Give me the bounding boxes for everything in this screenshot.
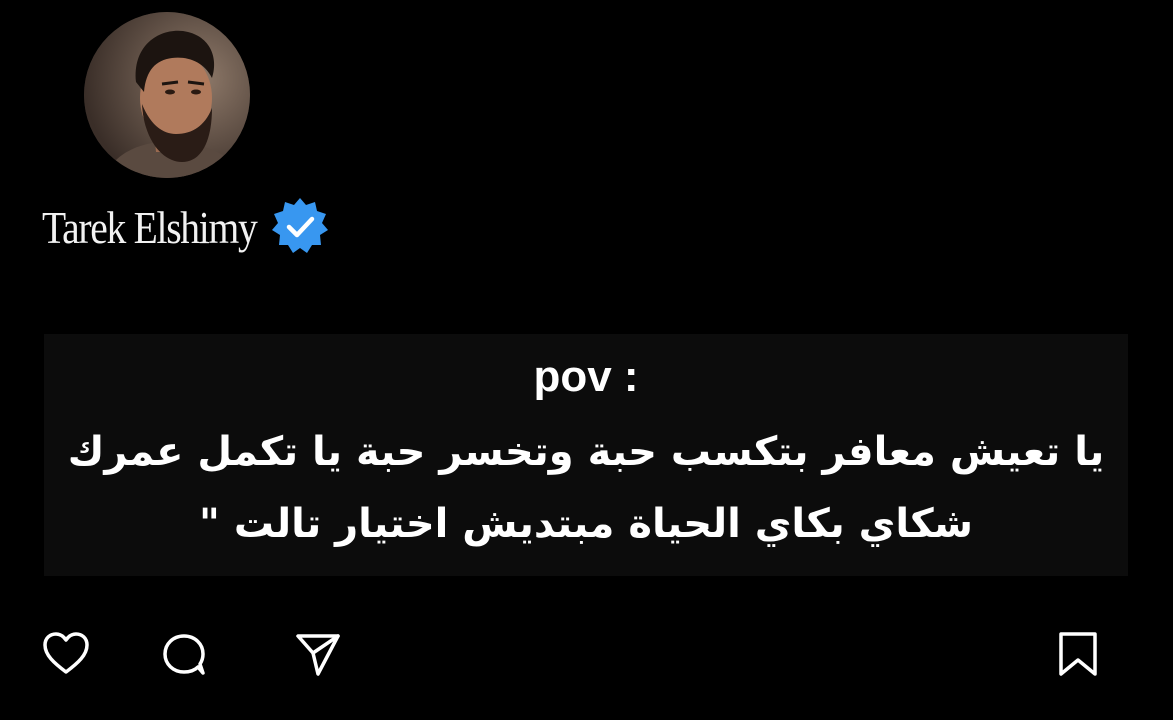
- verified-badge-icon: [270, 196, 330, 256]
- author-row[interactable]: Tarek Elshimy: [42, 192, 291, 262]
- caption-title: pov :: [533, 352, 639, 401]
- author-name[interactable]: Tarek Elshimy: [42, 201, 258, 254]
- share-button[interactable]: [292, 628, 344, 680]
- like-button[interactable]: [40, 628, 92, 680]
- post-caption: pov : يا تعيش معافر بتكسب حبة وتخسر حبة …: [44, 334, 1128, 576]
- comment-bubble-icon: [163, 634, 205, 675]
- heart-icon: [43, 632, 89, 674]
- comment-button[interactable]: [158, 628, 210, 680]
- avatar[interactable]: [84, 12, 250, 178]
- avatar-photo: [84, 12, 250, 178]
- paper-plane-icon: [296, 634, 340, 676]
- caption-line-1: يا تعيش معافر بتكسب حبة وتخسر حبة يا تكم…: [67, 429, 1105, 475]
- bookmark-icon: [1059, 632, 1097, 676]
- caption-line-2: شكاي بكاي الحياة مبتديش اختيار تالت ": [199, 501, 973, 547]
- save-button[interactable]: [1052, 628, 1104, 680]
